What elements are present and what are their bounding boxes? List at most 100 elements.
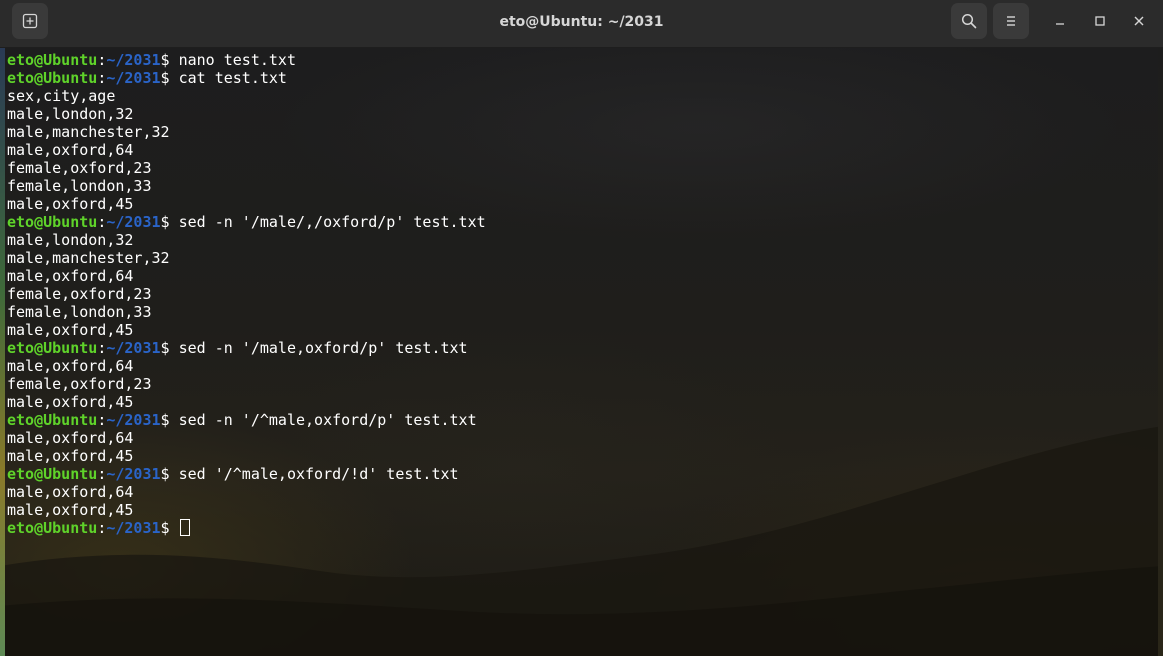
command-text: sed -n '/^male,oxford/p' test.txt — [178, 411, 477, 429]
output-line: male,oxford,64 — [7, 141, 486, 159]
command-text: sed -n '/male/,/oxford/p' test.txt — [178, 213, 486, 231]
output-line: male,oxford,64 — [7, 483, 486, 501]
output-text: male,oxford,45 — [7, 393, 134, 411]
menu-button[interactable] — [993, 3, 1029, 39]
prompt-user: eto@Ubuntu — [7, 69, 98, 87]
window-title: eto@Ubuntu: ~/2031 — [499, 14, 664, 30]
prompt-path: ~/2031 — [106, 213, 161, 231]
output-text: male,london,32 — [7, 105, 134, 123]
output-text: female,oxford,23 — [7, 375, 152, 393]
output-line: female,oxford,23 — [7, 159, 486, 177]
title-bar[interactable]: eto@Ubuntu: ~/2031 — [0, 0, 1163, 48]
prompt-dollar: $ — [160, 411, 179, 429]
output-text: male,london,32 — [7, 231, 134, 249]
prompt-dollar: $ — [160, 465, 179, 483]
output-line: male,oxford,45 — [7, 321, 486, 339]
output-line: male,london,32 — [7, 105, 486, 123]
output-text: male,oxford,64 — [7, 429, 134, 447]
prompt-colon: : — [97, 51, 107, 69]
prompt-user: eto@Ubuntu — [7, 339, 98, 357]
prompt-path: ~/2031 — [106, 51, 161, 69]
prompt-path: ~/2031 — [106, 339, 161, 357]
prompt-dollar: $ — [160, 519, 179, 537]
output-text: male,oxford,64 — [7, 267, 134, 285]
prompt-user: eto@Ubuntu — [7, 213, 98, 231]
output-line: sex,city,age — [7, 87, 486, 105]
output-text: sex,city,age — [7, 87, 116, 105]
output-text: male,oxford,45 — [7, 321, 134, 339]
prompt-colon: : — [97, 519, 107, 537]
prompt-path: ~/2031 — [106, 519, 161, 537]
output-text: male,oxford,64 — [7, 141, 134, 159]
hamburger-menu-icon — [1007, 16, 1015, 26]
output-text: male,oxford,45 — [7, 195, 134, 213]
prompt-colon: : — [97, 69, 107, 87]
prompt-dollar: $ — [160, 51, 179, 69]
close-icon — [1134, 16, 1144, 26]
close-button[interactable] — [1124, 6, 1154, 36]
prompt-user: eto@Ubuntu — [7, 411, 98, 429]
output-line: male,manchester,32 — [7, 123, 486, 141]
command-text: nano test.txt — [178, 51, 296, 69]
prompt-colon: : — [97, 339, 107, 357]
wallpaper-edge-right — [1158, 48, 1163, 656]
output-line: male,london,32 — [7, 231, 486, 249]
prompt-user: eto@Ubuntu — [7, 51, 98, 69]
output-line: male,oxford,64 — [7, 357, 486, 375]
search-button[interactable] — [951, 3, 987, 39]
output-line: male,oxford,45 — [7, 195, 486, 213]
prompt-colon: : — [97, 465, 107, 483]
output-line: female,london,33 — [7, 177, 486, 195]
maximize-button[interactable] — [1085, 6, 1115, 36]
maximize-icon — [1095, 16, 1105, 26]
terminal-window: eto@Ubuntu: ~/2031 eto@Ubuntu:~/2031$ na… — [0, 0, 1163, 656]
minimize-icon — [1056, 23, 1064, 25]
minimize-button[interactable] — [1045, 6, 1075, 36]
prompt-line: eto@Ubuntu:~/2031$ nano test.txt — [7, 51, 486, 69]
prompt-user: eto@Ubuntu — [7, 465, 98, 483]
wallpaper-edge-left — [0, 48, 5, 656]
prompt-dollar: $ — [160, 69, 179, 87]
text-cursor — [179, 519, 190, 536]
prompt-line: eto@Ubuntu:~/2031$ sed -n '/^male,oxford… — [7, 411, 486, 429]
output-text: male,oxford,64 — [7, 357, 134, 375]
output-line: male,oxford,64 — [7, 267, 486, 285]
new-tab-icon — [22, 13, 38, 29]
prompt-dollar: $ — [160, 213, 179, 231]
prompt-line: eto@Ubuntu:~/2031$ sed -n '/male,oxford/… — [7, 339, 486, 357]
terminal-output: eto@Ubuntu:~/2031$ nano test.txt eto@Ubun… — [7, 51, 486, 537]
output-line: female,oxford,23 — [7, 375, 486, 393]
command-text: sed '/^male,oxford/!d' test.txt — [178, 465, 459, 483]
prompt-colon: : — [97, 213, 107, 231]
prompt-line: eto@Ubuntu:~/2031$ — [7, 519, 486, 537]
prompt-path: ~/2031 — [106, 69, 161, 87]
output-text: male,oxford,64 — [7, 483, 134, 501]
output-text: male,oxford,45 — [7, 447, 134, 465]
prompt-user: eto@Ubuntu — [7, 519, 98, 537]
output-line: male,oxford,64 — [7, 429, 486, 447]
output-text: male,manchester,32 — [7, 123, 170, 141]
output-text: female,london,33 — [7, 177, 152, 195]
new-tab-button[interactable] — [12, 3, 48, 39]
prompt-dollar: $ — [160, 339, 179, 357]
output-line: female,london,33 — [7, 303, 486, 321]
search-icon — [961, 13, 977, 29]
prompt-path: ~/2031 — [106, 465, 161, 483]
output-text: male,manchester,32 — [7, 249, 170, 267]
output-line: male,oxford,45 — [7, 447, 486, 465]
command-text: sed -n '/male,oxford/p' test.txt — [178, 339, 468, 357]
prompt-line: eto@Ubuntu:~/2031$ sed -n '/male/,/oxfor… — [7, 213, 486, 231]
output-line: male,oxford,45 — [7, 501, 486, 519]
output-line: female,oxford,23 — [7, 285, 486, 303]
command-text: cat test.txt — [178, 69, 287, 87]
output-line: male,oxford,45 — [7, 393, 486, 411]
output-text: female,london,33 — [7, 303, 152, 321]
prompt-line: eto@Ubuntu:~/2031$ sed '/^male,oxford/!d… — [7, 465, 486, 483]
output-text: female,oxford,23 — [7, 159, 152, 177]
prompt-path: ~/2031 — [106, 411, 161, 429]
output-text: female,oxford,23 — [7, 285, 152, 303]
output-text: male,oxford,45 — [7, 501, 134, 519]
output-line: male,manchester,32 — [7, 249, 486, 267]
prompt-colon: : — [97, 411, 107, 429]
prompt-line: eto@Ubuntu:~/2031$ cat test.txt — [7, 69, 486, 87]
